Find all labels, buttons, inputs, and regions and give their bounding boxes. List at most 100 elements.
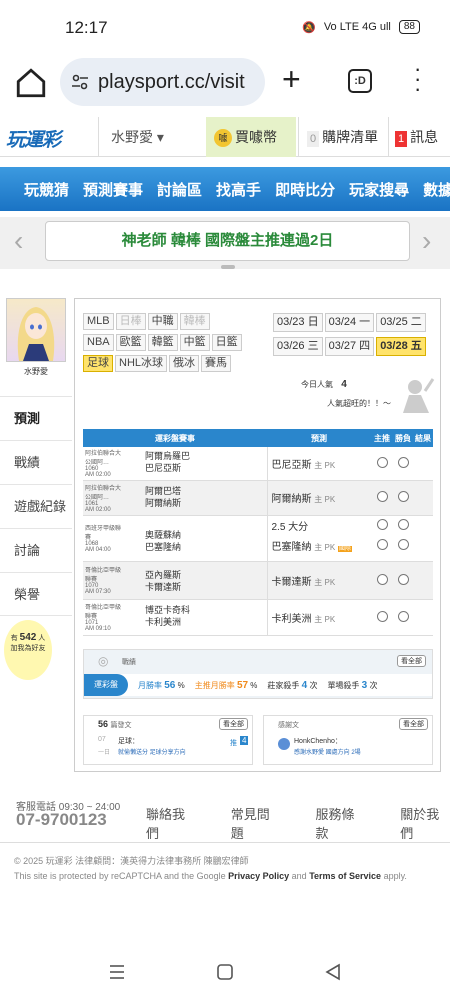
nav-item-guess[interactable]: 玩競猜 — [24, 179, 69, 200]
link-terms[interactable]: 服務條款 — [316, 804, 366, 842]
post-text[interactable]: 就偷懶送分 足球分享方向 — [118, 747, 186, 756]
new-tab-icon[interactable]: + — [282, 63, 301, 95]
winlose-radio[interactable] — [397, 491, 409, 502]
address-bar[interactable]: playsport.cc/visit — [60, 58, 265, 106]
main-pick-radio[interactable] — [376, 519, 388, 530]
sport-tab-china-basket[interactable]: 中籃 — [179, 334, 210, 351]
date-0324[interactable]: 03/24 一 — [324, 313, 375, 332]
menu-item-record[interactable]: 戰績 — [0, 440, 72, 484]
url-text: playsport.cc/visit — [98, 70, 245, 93]
sport-tab-nhl[interactable]: NHL冰球 — [115, 355, 168, 372]
match-time: AM 04:00 — [85, 547, 111, 553]
reply-count: 4 — [240, 736, 249, 745]
message-button[interactable]: 1 訊息 — [388, 117, 450, 157]
date-0325[interactable]: 03/25 二 — [376, 313, 426, 332]
nav-item-data[interactable]: 數據 — [423, 179, 450, 200]
cart-count: 0 — [307, 131, 320, 147]
system-nav-bar — [0, 950, 450, 1000]
home-team: 奧薩蘇納 — [145, 530, 182, 540]
main-pick-radio[interactable] — [376, 573, 388, 585]
date-0323[interactable]: 03/23 日 — [273, 313, 323, 332]
menu-item-predict[interactable]: 預測 — [0, 396, 72, 440]
nav-item-experts[interactable]: 找高手 — [216, 179, 261, 200]
sport-tab-euro-basket[interactable]: 歐籃 — [115, 334, 146, 351]
profile-name: 水野愛 — [24, 367, 48, 376]
main-pick-radio[interactable] — [376, 456, 388, 468]
winlose-radio[interactable] — [397, 456, 409, 468]
winlose-radio[interactable] — [397, 573, 409, 585]
menu-item-honor[interactable]: 榮譽 — [0, 572, 72, 616]
winlose-radio[interactable] — [397, 519, 409, 530]
coin-icon: 噱 — [214, 129, 232, 148]
more-menu-icon[interactable]: · · · — [414, 58, 421, 100]
pick-team: 卡爾達斯 — [271, 576, 312, 588]
sport-tab-horse[interactable]: 賽馬 — [201, 355, 232, 372]
service-phone[interactable]: 07-9700123 — [16, 810, 107, 830]
nav-item-predict[interactable]: 預測賽事 — [83, 179, 143, 200]
home-nav-icon[interactable] — [216, 963, 234, 981]
winlose-radio[interactable] — [397, 539, 409, 550]
avatar[interactable] — [6, 298, 66, 362]
match-league: 哥倫比亞甲級聯賽 — [85, 605, 122, 620]
thanks-user[interactable]: HonkChenho： — [294, 736, 342, 746]
pick-type: 主 PK — [314, 614, 336, 624]
pick-total: 2.5 大分 — [271, 521, 309, 533]
tab-switcher-icon[interactable]: :D — [348, 69, 372, 93]
mute-icon: 🔕 — [302, 21, 316, 34]
col-pick: 預測 — [267, 429, 371, 447]
back-icon[interactable] — [324, 963, 342, 981]
nav-item-livescore[interactable]: 即時比分 — [275, 179, 335, 200]
link-faq[interactable]: 常見問題 — [231, 804, 281, 842]
user-menu[interactable]: 水野愛 ▾ — [98, 117, 206, 157]
nav-item-player-search[interactable]: 玩家搜尋 — [349, 179, 409, 200]
chevron-right-icon[interactable]: › — [422, 225, 431, 257]
stat-single-killer: 單場殺手 3 次 — [327, 679, 378, 691]
main-pick-radio[interactable] — [376, 491, 388, 502]
recent-apps-icon[interactable] — [108, 964, 126, 980]
sport-tab-russia-hockey[interactable]: 俄冰 — [169, 355, 200, 372]
winlose-radio[interactable] — [397, 610, 409, 622]
cart-button[interactable]: 0 購牌清單 — [298, 117, 388, 157]
menu-item-game-log[interactable]: 遊戲紀錄 — [0, 484, 72, 528]
home-icon[interactable] — [14, 66, 48, 100]
sport-tab-nba[interactable]: NBA — [83, 334, 114, 351]
sport-tab-japan-basket[interactable]: 日籃 — [211, 334, 242, 351]
posts-more-button[interactable]: 看全部 — [219, 718, 248, 730]
link-about[interactable]: 關於我們 — [400, 804, 450, 842]
sport-tab-cpbl[interactable]: 中職 — [147, 313, 178, 330]
sport-tab-soccer[interactable]: 足球 — [83, 355, 113, 372]
site-logo[interactable]: 玩運彩 — [6, 125, 61, 152]
record-tab[interactable]: 運彩盤 — [84, 674, 128, 696]
sport-tab-korea-basket[interactable]: 韓籃 — [147, 334, 178, 351]
main-pick-radio[interactable] — [376, 610, 388, 622]
sport-tab-npb[interactable]: 日棒 — [115, 313, 146, 330]
record-stats-row: 運彩盤 月勝率 56 % 主推月勝率 57 % 莊家殺手 4 次 單場殺手 3 … — [84, 674, 432, 696]
thanks-more-button[interactable]: 看全部 — [399, 718, 428, 730]
site-settings-icon[interactable] — [70, 72, 90, 92]
promo-text[interactable]: 神老師 韓棒 國際盤主推連過2日 — [45, 221, 410, 261]
privacy-policy-link[interactable]: Privacy Policy — [228, 871, 289, 881]
link-contact[interactable]: 聯絡我們 — [146, 804, 196, 842]
away-team: 卡利美洲 — [145, 617, 182, 627]
intl-badge: 國際 — [337, 545, 352, 552]
nav-item-forum[interactable]: 討論區 — [157, 179, 202, 200]
date-0326[interactable]: 03/26 三 — [273, 337, 323, 356]
profile-menu: 預測 戰績 遊戲紀錄 討論 榮譽 — [0, 396, 72, 616]
record-more-button[interactable]: 看全部 — [397, 655, 426, 667]
terms-of-service-link[interactable]: Terms of Service — [309, 871, 381, 881]
date-0327[interactable]: 03/27 四 — [324, 337, 375, 356]
sport-tab-kbo[interactable]: 韓棒 — [179, 313, 210, 330]
main-pick-radio[interactable] — [376, 539, 388, 550]
match-time: AM 09:10 — [85, 626, 111, 632]
menu-item-discuss[interactable]: 討論 — [0, 528, 72, 572]
popularity: 今日人氣 4 人氣超旺的！！～ — [301, 379, 391, 409]
buy-coin-button[interactable]: 噱買噱幣 — [206, 117, 296, 157]
chevron-left-icon[interactable]: ‹ — [14, 225, 23, 257]
post-topic[interactable]: 足球： — [118, 736, 139, 746]
date-0328[interactable]: 03/28 五 — [376, 337, 426, 356]
pick-type: 主 PK — [314, 577, 336, 587]
home-team: 亞內羅斯 — [145, 570, 182, 580]
friend-count-bulb[interactable]: 有 542 人 加我為好友 — [4, 620, 52, 680]
thanks-text[interactable]: 感謝水野愛 國處方向 2場 — [294, 747, 361, 756]
sport-tab-mlb[interactable]: MLB — [83, 313, 114, 330]
